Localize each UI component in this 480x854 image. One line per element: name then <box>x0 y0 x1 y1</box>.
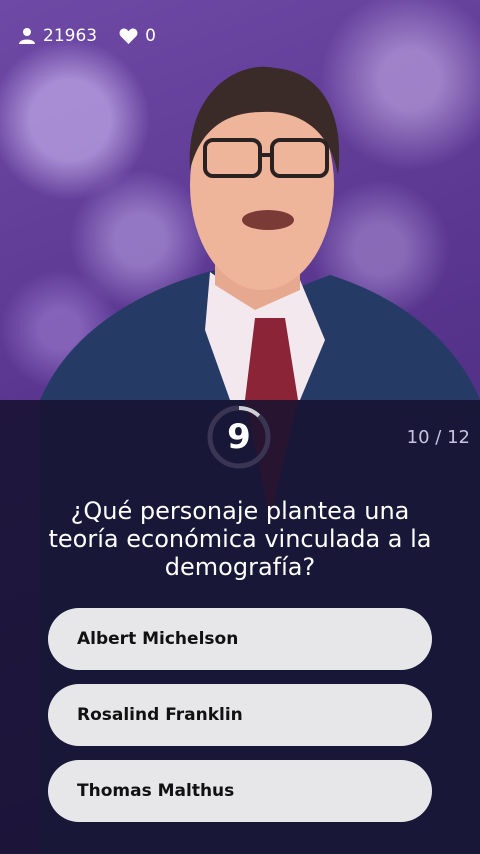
user-icon <box>18 27 36 45</box>
top-stats: 21963 0 <box>18 26 156 46</box>
countdown-value: 9 <box>227 417 251 457</box>
question-text: ¿Qué personaje plantea una teoría económ… <box>48 497 432 581</box>
countdown-timer: 9 <box>207 405 271 469</box>
answer-option-label: Rosalind Franklin <box>77 705 243 725</box>
like-count-value: 0 <box>145 26 156 46</box>
like-count: 0 <box>119 26 156 46</box>
answer-option-1[interactable]: Albert Michelson <box>48 608 432 670</box>
question-progress: 10 / 12 <box>406 427 470 448</box>
answer-option-label: Albert Michelson <box>77 629 239 649</box>
answer-option-label: Thomas Malthus <box>77 781 235 801</box>
viewer-count-value: 21963 <box>43 26 98 46</box>
viewer-count: 21963 <box>18 26 97 46</box>
quiz-screen: 21963 0 9 10 / 12 ¿Qué personaje plantea… <box>0 0 480 854</box>
answer-option-2[interactable]: Rosalind Franklin <box>48 684 432 746</box>
heart-icon <box>119 28 138 45</box>
answer-option-3[interactable]: Thomas Malthus <box>48 760 432 822</box>
